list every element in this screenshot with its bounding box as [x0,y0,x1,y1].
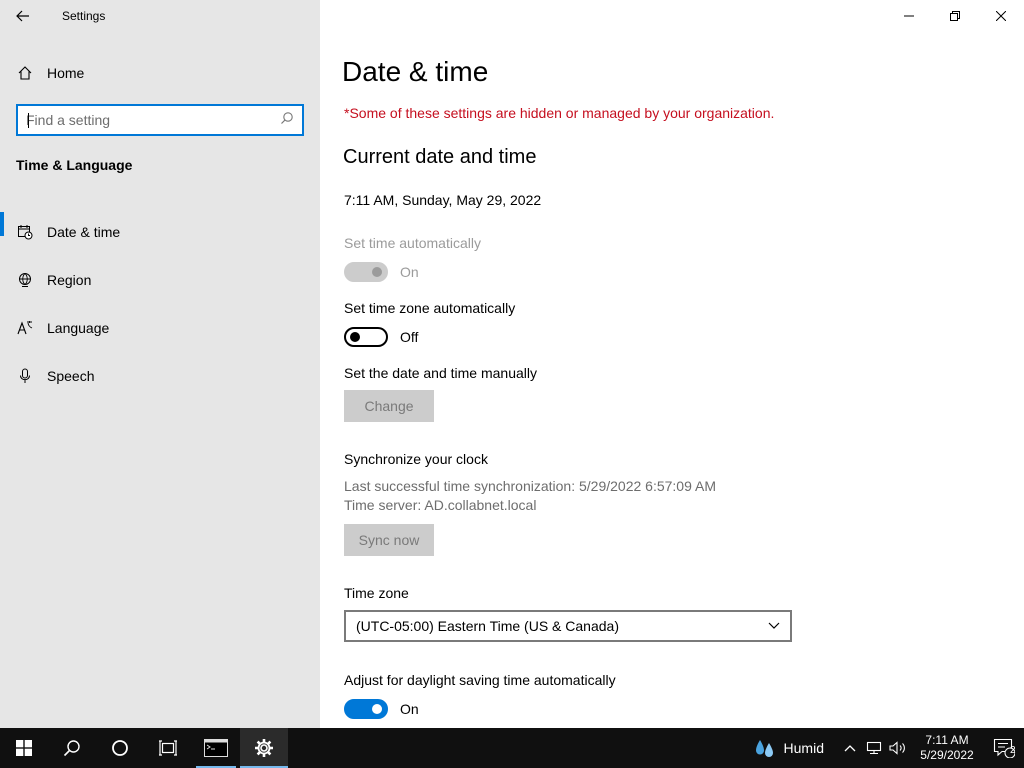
sidebar-item-label: Speech [47,368,95,384]
task-view-button[interactable] [144,728,192,768]
title-bar: Settings [0,0,320,32]
globe-icon [17,272,33,288]
network-button[interactable] [862,728,886,768]
gear-icon [255,739,273,757]
set-time-auto-state: On [400,264,419,280]
humidity-drops-icon [755,740,773,757]
current-date-heading: Current date and time [343,146,537,168]
close-button[interactable] [978,0,1024,32]
system-tray: Humid 7:11 AM 5/29/2022 2 [754,728,1024,768]
chevron-down-icon [768,622,780,629]
change-button[interactable]: Change [344,390,434,422]
volume-button[interactable] [886,728,910,768]
sidebar-item-home-label: Home [47,65,85,81]
windows-logo-icon [16,740,32,756]
set-tz-auto-label: Set time zone automatically [344,300,516,316]
section-title: Time & Language [16,157,133,173]
set-time-auto-toggle[interactable] [344,262,388,282]
sidebar-nav: Date & time Region Language Speech [0,208,320,400]
restore-icon [950,11,960,21]
network-icon [866,741,882,755]
set-tz-auto-row: Off [344,327,418,347]
set-time-auto-row: On [344,262,419,282]
managed-notice: *Some of these settings are hidden or ma… [344,105,775,121]
timezone-value: (UTC-05:00) Eastern Time (US & Canada) [356,618,619,634]
sidebar-item-home[interactable]: Home [0,57,320,89]
set-time-auto-label: Set time automatically [344,235,481,251]
microphone-icon [17,368,33,384]
search-taskbar-button[interactable] [48,728,96,768]
start-button[interactable] [0,728,48,768]
sidebar-item-date-time[interactable]: Date & time [0,208,320,256]
terminal-icon [204,739,228,757]
dst-row: On [344,699,419,719]
minimize-button[interactable] [886,0,932,32]
time-server-text: Time server: AD.collabnet.local [344,497,537,513]
show-hidden-icons-button[interactable] [838,728,862,768]
window-controls [886,0,1024,32]
search-icon [63,740,80,757]
task-view-icon [159,740,177,756]
timezone-select[interactable]: (UTC-05:00) Eastern Time (US & Canada) [344,610,792,642]
toggle-knob [372,704,382,714]
current-date-value: 7:11 AM, Sunday, May 29, 2022 [344,192,542,208]
dst-label: Adjust for daylight saving time automati… [344,672,616,688]
back-arrow-icon [16,10,29,22]
language-icon [17,320,33,336]
calendar-clock-icon [17,224,33,240]
sidebar-item-speech[interactable]: Speech [0,352,320,400]
sidebar-item-label: Language [47,320,110,336]
terminal-taskbar-button[interactable] [192,728,240,768]
minimize-icon [904,15,914,17]
toggle-knob [350,332,360,342]
sidebar-item-label: Date & time [47,224,121,240]
settings-taskbar-button[interactable] [240,728,288,768]
cortana-button[interactable] [96,728,144,768]
home-icon [17,65,33,81]
last-sync-text: Last successful time synchronization: 5/… [344,478,716,494]
app-title: Settings [62,9,106,23]
notifications-button[interactable]: 2 [984,728,1024,768]
sidebar-item-language[interactable]: Language [0,304,320,352]
dst-toggle[interactable] [344,699,388,719]
sidebar: Settings Home Time & Language Date & tim… [0,0,320,728]
search-input[interactable] [26,112,280,128]
text-caret [28,113,29,128]
speaker-icon [889,741,905,755]
sidebar-item-label: Region [47,272,92,288]
timezone-label: Time zone [344,585,409,601]
restore-button[interactable] [932,0,978,32]
sync-now-button[interactable]: Sync now [344,524,434,556]
main-content: Date & time *Some of these settings are … [320,0,1024,728]
search-icon[interactable] [280,111,294,130]
search-box[interactable] [16,104,304,136]
clock-date: 5/29/2022 [920,748,974,762]
chevron-up-icon [844,745,856,752]
clock-time: 7:11 AM [925,733,969,747]
set-tz-auto-state: Off [400,329,419,345]
taskbar: Humid 7:11 AM 5/29/2022 2 [0,728,1024,768]
cortana-circle-icon [112,740,128,756]
close-icon [996,11,1006,21]
set-tz-auto-toggle[interactable] [344,327,388,347]
weather-text: Humid [783,740,824,756]
notification-count: 2 [1010,745,1016,756]
back-button[interactable] [0,0,46,32]
toggle-knob [372,267,382,277]
page-title: Date & time [342,56,489,87]
sync-heading: Synchronize your clock [344,451,488,467]
dst-state: On [400,701,419,717]
weather-widget[interactable]: Humid [754,738,824,758]
manual-label: Set the date and time manually [344,365,538,381]
sidebar-item-region[interactable]: Region [0,256,320,304]
clock[interactable]: 7:11 AM 5/29/2022 [910,733,984,763]
